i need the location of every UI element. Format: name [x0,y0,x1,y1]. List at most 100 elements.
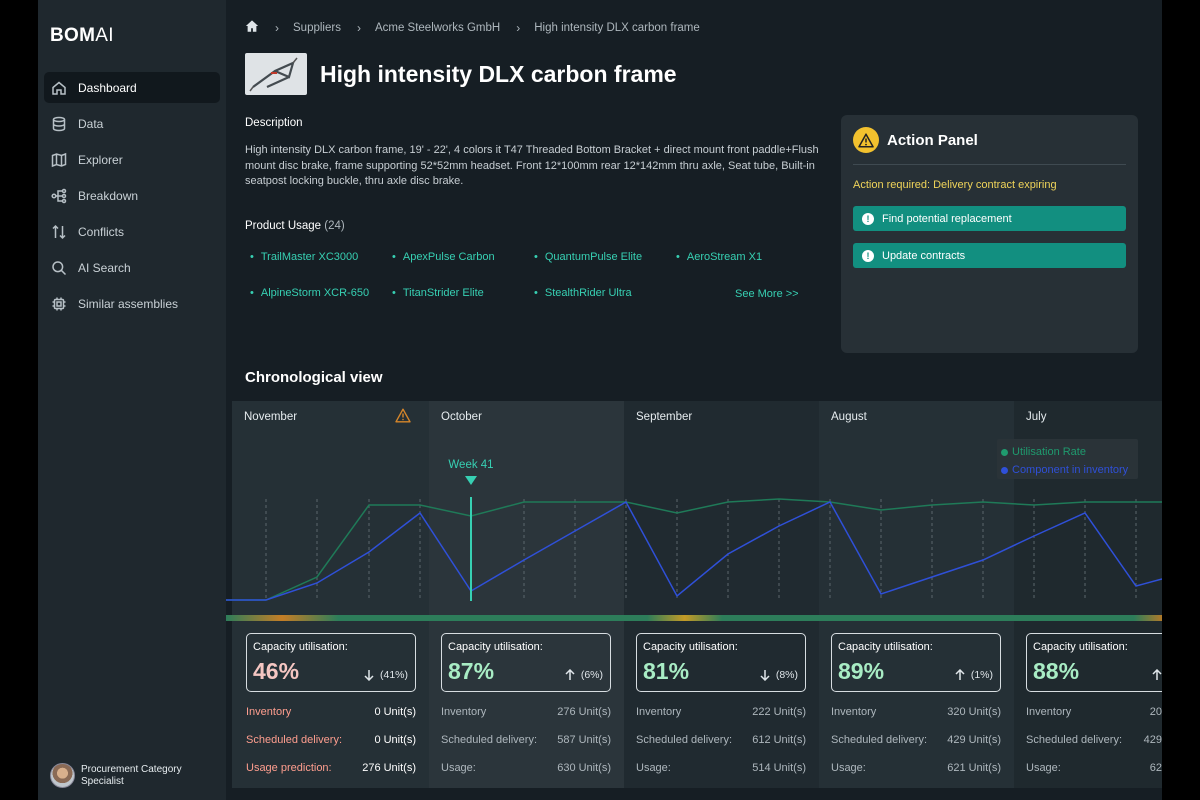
sidebar-item-dashboard[interactable]: Dashboard [44,72,220,103]
capacity-card-september[interactable]: Capacity utilisation: 81% (8%) [636,633,806,692]
stat-row: Usage: 62 [1026,762,1162,774]
delta-value: (6%) [580,669,603,681]
capacity-card-july[interactable]: Capacity utilisation: 88% [1026,633,1162,692]
map-icon [50,151,68,169]
user-profile[interactable]: Procurement Category Specialist [50,763,201,788]
stat-value: 222 Unit(s) [752,706,806,718]
stat-row: Scheduled delivery: 429 Unit(s) [831,734,1001,746]
update-contracts-button[interactable]: ! Update contracts [853,243,1126,268]
page-title: High intensity DLX carbon frame [320,61,677,87]
capacity-card-november[interactable]: Capacity utilisation: 46% (41%) [246,633,416,692]
stat-value: 320 Unit(s) [947,706,1001,718]
stat-value: 62 [1149,762,1162,774]
stat-row: Scheduled delivery: 587 Unit(s) [441,734,611,746]
stat-label: Inventory [441,706,487,718]
product-link[interactable]: TitanStrider Elite [392,287,484,299]
card-label: Capacity utilisation: [838,641,933,653]
stat-row: Inventory 222 Unit(s) [636,706,806,718]
capacity-card-august[interactable]: Capacity utilisation: 89% (1%) [831,633,1001,692]
capacity-percent: 89% [838,658,885,684]
stat-label: Usage prediction: [246,762,332,774]
sidebar-item-breakdown[interactable]: Breakdown [44,180,220,211]
stat-label: Usage: [441,762,476,774]
capacity-delta: (1%) [954,669,993,681]
chevron-right-icon: › [516,20,521,35]
stat-value: 429 Unit(s) [947,734,1001,746]
sidebar-item-conflicts[interactable]: Conflicts [44,216,220,247]
product-link[interactable]: AeroStream X1 [676,251,762,263]
legend-item-inventory[interactable]: Component in inventory [1001,461,1138,479]
button-label: Update contracts [882,249,966,262]
sidebar-item-data[interactable]: Data [44,108,220,139]
sidebar-item-label: Conflicts [78,224,125,239]
timeline-chart: Week 41 [226,459,1162,621]
product-link[interactable]: AlpineStorm XCR-650 [250,287,369,299]
sidebar-item-similar-assemblies[interactable]: Similar assemblies [44,288,220,319]
stat-label: Scheduled delivery: [441,734,538,746]
capacity-percent: 87% [448,658,495,684]
chip-icon [50,295,68,313]
product-link[interactable]: QuantumPulse Elite [534,251,642,263]
user-name: Procurement Category Specialist [81,763,182,787]
product-link[interactable]: StealthRider Ultra [534,287,632,299]
arrow-up-icon [565,669,575,680]
stat-value: 587 Unit(s) [557,734,611,746]
search-icon [50,259,68,277]
stat-label: Usage: [1026,762,1061,774]
legend-item-utilisation[interactable]: Utilisation Rate [1001,443,1138,461]
main-content: › Suppliers › Acme Steelworks GmbH › Hig… [226,0,1162,800]
stat-value: 612 Unit(s) [752,734,806,746]
app-logo[interactable]: BOMAI [50,25,114,47]
utilisation-heat-strip [226,615,1162,621]
sidebar: BOMAI Dashboard Data Explorer Breakdown … [38,0,226,800]
stat-row: Inventory 0 Unit(s) [246,706,416,718]
breadcrumb-item[interactable]: Acme Steelworks GmbH [375,22,500,34]
arrow-up-icon [955,669,965,680]
stat-row: Scheduled delivery: 429 [1026,734,1162,746]
capacity-percent: 81% [643,658,690,684]
stat-row: Inventory 20 [1026,706,1162,718]
capacity-delta: (8%) [759,669,798,681]
home-icon[interactable] [245,19,259,36]
action-panel: Action Panel Action required: Delivery c… [841,115,1138,353]
alert-circle-icon: ! [862,212,874,225]
hierarchy-icon [50,187,68,205]
logo-light: AI [95,25,114,46]
delta-value: (1%) [970,669,993,681]
chronological-timeline: November October September August July W… [226,401,1162,800]
product-link[interactable]: TrailMaster XC3000 [250,251,358,263]
capacity-card-october[interactable]: Capacity utilisation: 87% (6%) [441,633,611,692]
card-label: Capacity utilisation: [1033,641,1128,653]
stat-row: Inventory 320 Unit(s) [831,706,1001,718]
card-label: Capacity utilisation: [448,641,543,653]
legend-dot [1001,448,1008,456]
legend-label: Utilisation Rate [1012,446,1086,458]
find-replacement-button[interactable]: ! Find potential replacement [853,206,1126,231]
capacity-percent: 46% [253,658,300,684]
sidebar-item-label: Similar assemblies [78,296,179,311]
delta-value: (41%) [379,669,408,681]
usage-count: (24) [324,220,345,232]
capacity-delta: (6%) [564,669,603,681]
product-thumbnail [245,53,307,95]
sidebar-item-label: Breakdown [78,188,139,203]
action-alert-text: Action required: Delivery contract expir… [853,179,1057,191]
arrow-down-icon [760,670,770,681]
capacity-delta [1151,669,1162,681]
home-icon [50,79,68,97]
product-usage-heading: Product Usage (24) [245,220,345,232]
see-more-link[interactable]: See More >> [735,288,799,300]
avatar [50,763,75,788]
sidebar-item-explorer[interactable]: Explorer [44,144,220,175]
breadcrumb-item[interactable]: Suppliers [293,22,341,34]
chevron-right-icon: › [356,20,361,35]
sidebar-item-label: Data [78,116,104,131]
description-heading: Description [245,117,303,129]
capacity-delta: (41%) [363,669,408,681]
stat-value: 20 [1149,706,1162,718]
product-link[interactable]: ApexPulse Carbon [392,251,495,263]
stat-row: Scheduled delivery: 612 Unit(s) [636,734,806,746]
stat-label: Usage: [636,762,671,774]
breadcrumb: › Suppliers › Acme Steelworks GmbH › Hig… [245,19,700,36]
sidebar-item-ai-search[interactable]: AI Search [44,252,220,283]
